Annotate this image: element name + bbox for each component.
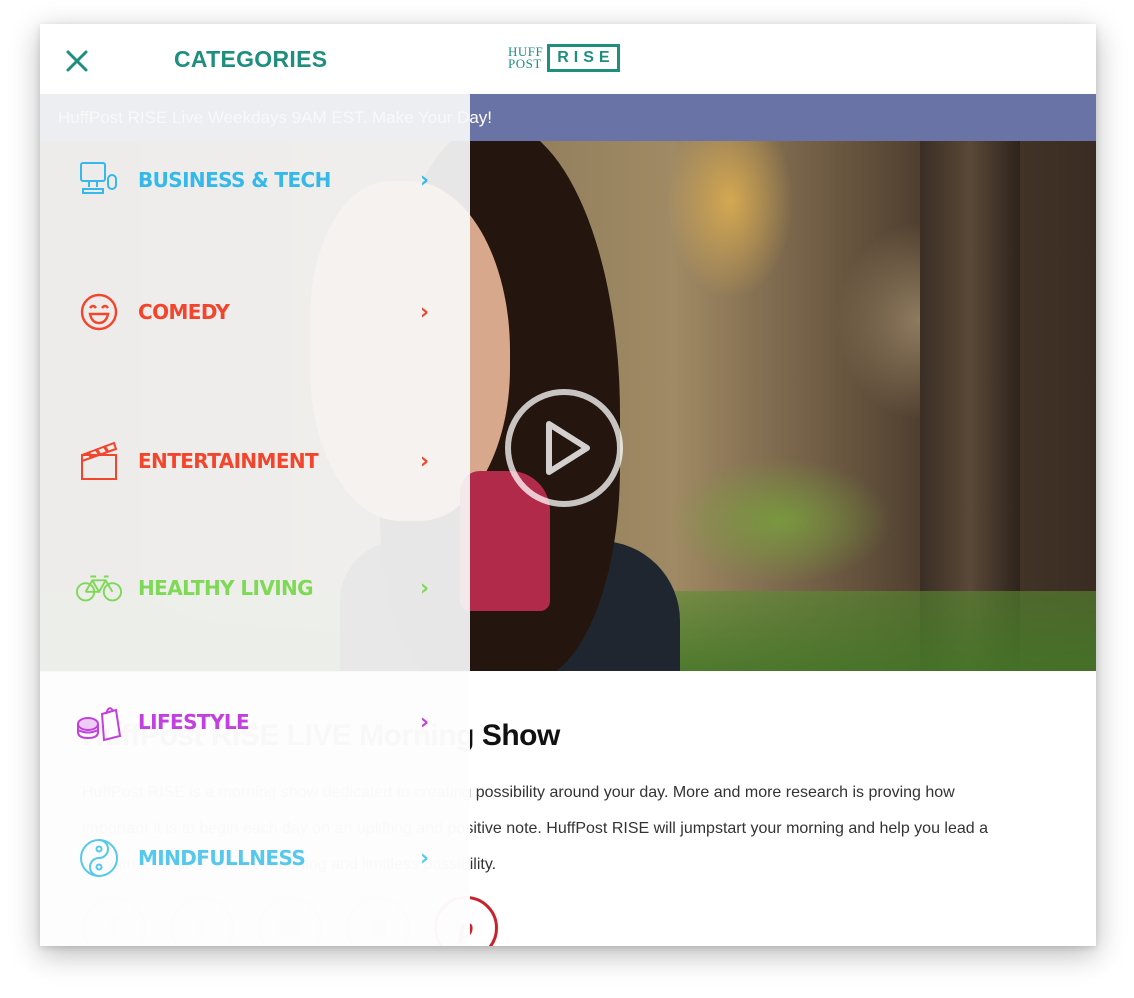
shopping-icon [76, 699, 122, 745]
category-mindfullness[interactable]: MINDFULLNESS › [40, 832, 470, 884]
category-entertainment[interactable]: ENTERTAINMENT › [40, 435, 470, 487]
categories-drawer: CATEGORIES BUSINESS & TECH › COMEDY › EN… [40, 24, 470, 946]
category-label: LIFESTYLE [138, 710, 250, 734]
chevron-right-icon: › [420, 448, 430, 474]
drawer-title: CATEGORIES [174, 46, 328, 72]
huffpost-rise-logo[interactable]: HUFF POST RISE [508, 42, 620, 74]
bicycle-icon [76, 565, 122, 611]
category-healthy-living[interactable]: HEALTHY LIVING › [40, 562, 470, 614]
category-label: HEALTHY LIVING [138, 576, 314, 600]
logo-huffpost: HUFF POST [508, 45, 543, 71]
category-label: BUSINESS & TECH [138, 168, 331, 192]
play-icon[interactable] [505, 389, 623, 507]
yin-yang-icon [76, 835, 122, 881]
category-lifestyle[interactable]: LIFESTYLE › [40, 696, 470, 748]
category-label: COMEDY [138, 300, 230, 324]
logo-rise: RISE [547, 44, 620, 72]
category-business-tech[interactable]: BUSINESS & TECH › [40, 154, 470, 206]
app-window: HUFF POST RISE HuffPost RISE Live Weekda… [40, 24, 1096, 946]
chevron-right-icon: › [420, 167, 430, 193]
clapperboard-icon [76, 438, 122, 484]
chevron-right-icon: › [420, 709, 430, 735]
close-icon[interactable] [62, 46, 92, 76]
category-label: ENTERTAINMENT [138, 449, 319, 473]
chevron-right-icon: › [420, 299, 430, 325]
category-label: MINDFULLNESS [138, 846, 306, 870]
chevron-right-icon: › [420, 845, 430, 871]
computer-icon [76, 157, 122, 203]
chevron-right-icon: › [420, 575, 430, 601]
logo-post: POST [508, 56, 542, 71]
category-comedy[interactable]: COMEDY › [40, 286, 470, 338]
smiley-icon [76, 289, 122, 335]
